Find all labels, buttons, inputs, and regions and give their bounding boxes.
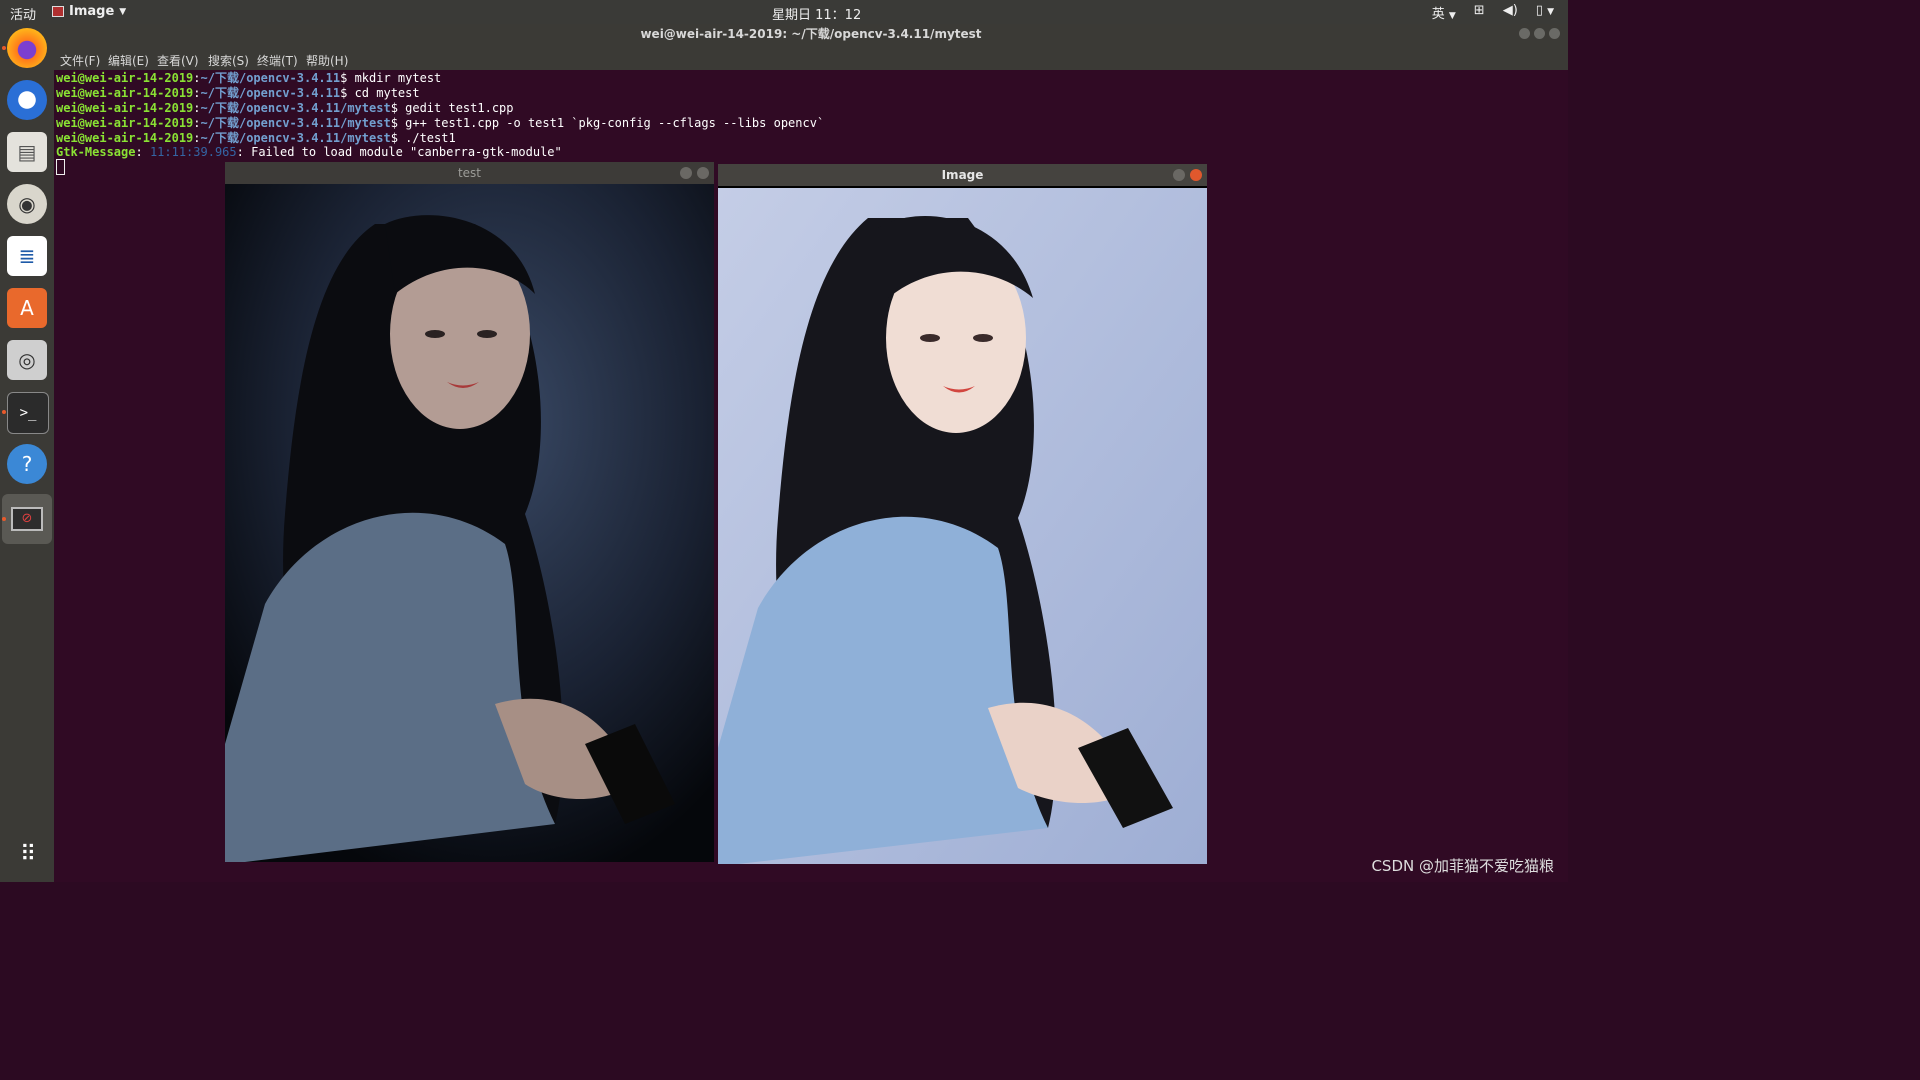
- running-indicator: [2, 410, 6, 414]
- terminal-line: wei@wei-air-14-2019:~/下载/opencv-3.4.11/m…: [56, 131, 456, 145]
- writer-icon[interactable]: ≣: [7, 236, 47, 276]
- clock[interactable]: 星期日 11：12: [772, 4, 861, 23]
- terminal-line: wei@wei-air-14-2019:~/下载/opencv-3.4.11/m…: [56, 101, 514, 115]
- chevron-down-icon: ▼: [1448, 11, 1456, 21]
- image-display: [718, 188, 1207, 864]
- input-method-indicator[interactable]: 英 ▼: [1432, 3, 1456, 22]
- input-method-label: 英: [1431, 7, 1445, 22]
- show-apps-icon[interactable]: ⠿: [7, 834, 47, 874]
- chevron-down-icon: ▼: [119, 6, 127, 17]
- terminal-icon[interactable]: >_: [7, 392, 49, 434]
- network-icon[interactable]: ⊞: [1474, 3, 1485, 22]
- window-title: test: [457, 166, 482, 180]
- menu-terminal[interactable]: 终端(T): [257, 52, 298, 69]
- menu-search[interactable]: 搜索(S): [208, 52, 249, 69]
- terminal-menubar: 文件(F) 编辑(E) 查看(V) 搜索(S) 终端(T) 帮助(H): [54, 46, 1568, 70]
- dock: ✉ ▤ ◉ ≣ A ◎ >_ ? ⊘ ⠿: [0, 24, 54, 882]
- top-bar: 活动 Image ▼ 星期日 11：12 英 ▼ ⊞ ◀) ▯ ▼: [0, 0, 1568, 24]
- terminal-cursor: [56, 159, 65, 175]
- battery-icon[interactable]: ▯ ▼: [1536, 3, 1554, 22]
- app-icon: [52, 6, 64, 17]
- window-titlebar[interactable]: Image: [718, 164, 1207, 186]
- terminal-line: wei@wei-air-14-2019:~/下载/opencv-3.4.11$ …: [56, 71, 442, 85]
- image-display: [225, 184, 714, 862]
- camera-icon[interactable]: ◎: [7, 340, 47, 380]
- volume-icon[interactable]: ◀): [1503, 3, 1518, 22]
- activities-button[interactable]: 活动: [10, 4, 36, 23]
- image-viewer-icon[interactable]: ⊘: [2, 494, 52, 544]
- system-tray[interactable]: 英 ▼ ⊞ ◀) ▯ ▼: [1432, 3, 1554, 22]
- window-title: Image: [941, 168, 984, 182]
- maximize-button[interactable]: [1534, 28, 1545, 39]
- terminal-line: wei@wei-air-14-2019:~/下载/opencv-3.4.11/m…: [56, 116, 825, 130]
- terminal-title: wei@wei-air-14-2019: ~/下载/opencv-3.4.11/…: [640, 27, 982, 41]
- close-button[interactable]: [1190, 169, 1202, 181]
- firefox-icon[interactable]: [7, 28, 47, 68]
- window-image[interactable]: Image: [718, 164, 1207, 864]
- software-center-icon[interactable]: A: [7, 288, 47, 328]
- window-titlebar[interactable]: test: [225, 162, 714, 184]
- running-indicator: [2, 517, 6, 521]
- gtk-message-line: Gtk-Message: 11:11:39.965: Failed to loa…: [56, 145, 562, 159]
- help-icon[interactable]: ?: [7, 444, 47, 484]
- photo-darkened: [225, 184, 714, 862]
- close-button[interactable]: [1549, 28, 1560, 39]
- menu-file[interactable]: 文件(F): [60, 52, 100, 69]
- rhythmbox-icon[interactable]: ◉: [7, 184, 47, 224]
- terminal-line: wei@wei-air-14-2019:~/下载/opencv-3.4.11$ …: [56, 86, 420, 100]
- close-button[interactable]: [697, 167, 709, 179]
- thunderbird-icon[interactable]: ✉: [7, 80, 47, 120]
- running-indicator: [2, 46, 6, 50]
- minimize-button[interactable]: [1519, 28, 1530, 39]
- minimize-button[interactable]: [1173, 169, 1185, 181]
- watermark: CSDN @加菲猫不爱吃猫粮: [1371, 857, 1554, 875]
- photo-original: [718, 188, 1207, 864]
- menu-view[interactable]: 查看(V): [157, 52, 199, 69]
- app-menu[interactable]: Image ▼: [52, 4, 126, 19]
- minimize-button[interactable]: [680, 167, 692, 179]
- menu-help[interactable]: 帮助(H): [306, 52, 348, 69]
- window-test[interactable]: test: [225, 162, 714, 862]
- terminal-titlebar[interactable]: wei@wei-air-14-2019: ~/下载/opencv-3.4.11/…: [54, 24, 1568, 46]
- files-icon[interactable]: ▤: [7, 132, 47, 172]
- menu-edit[interactable]: 编辑(E): [108, 52, 149, 69]
- app-menu-label: Image: [69, 4, 115, 19]
